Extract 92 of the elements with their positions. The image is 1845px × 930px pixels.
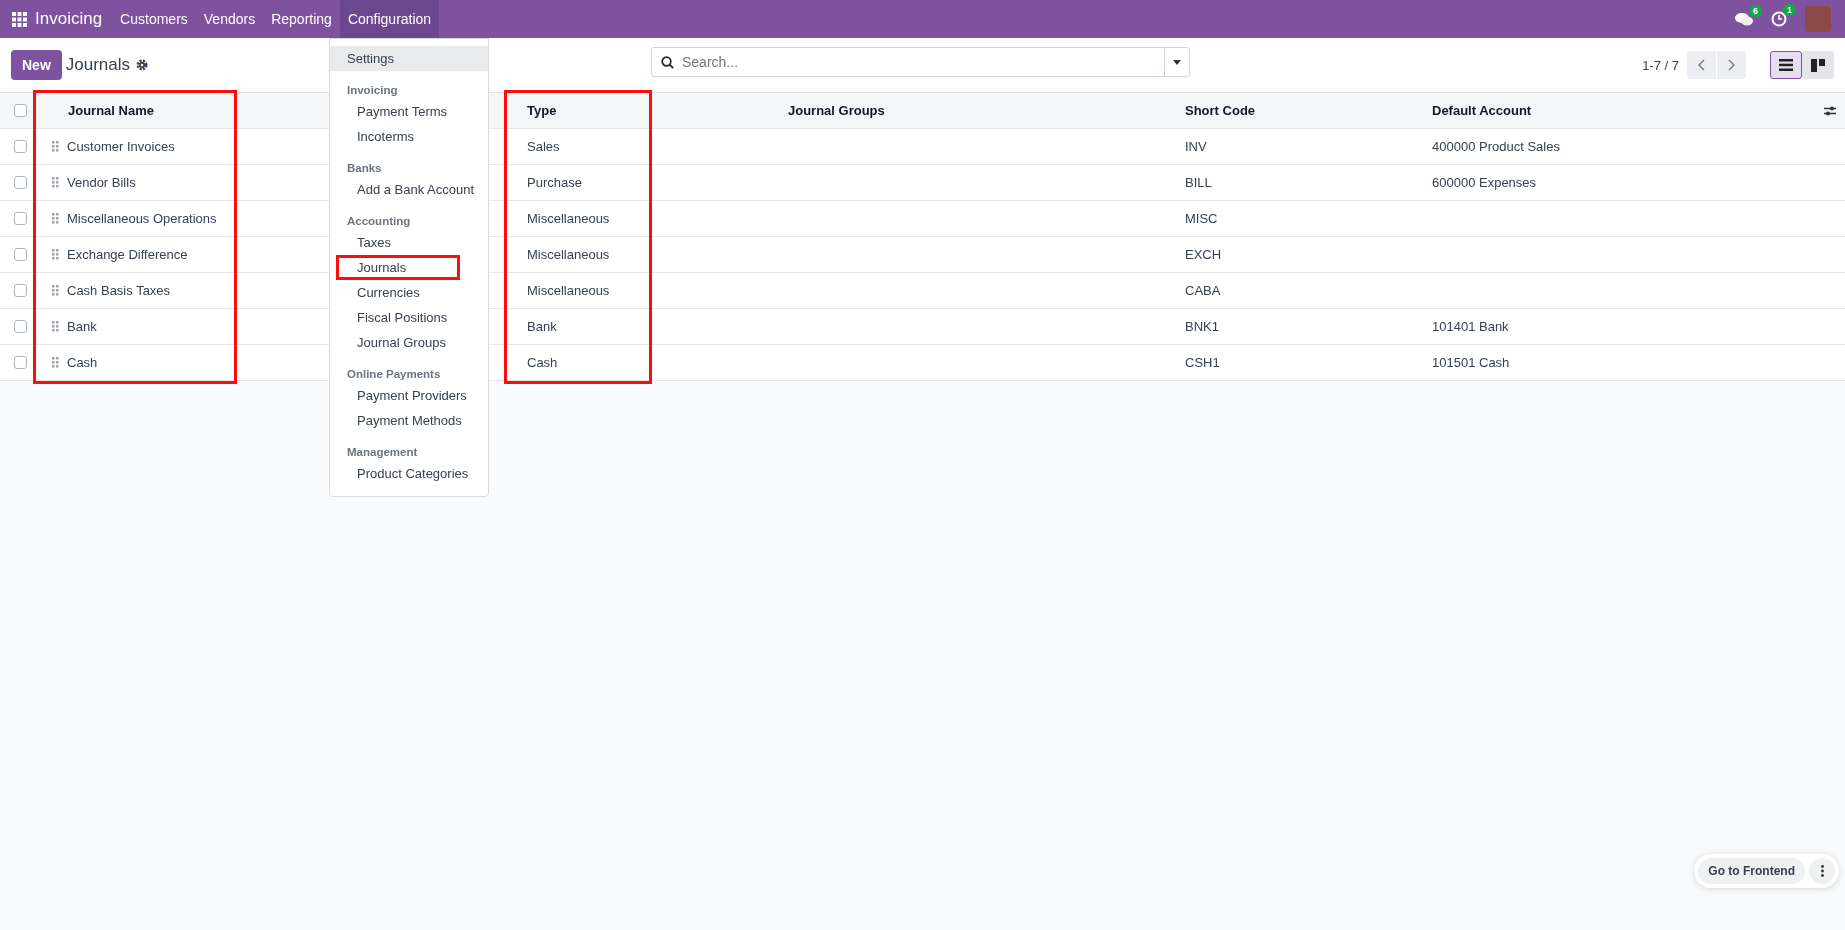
table-cell: BILL: [1185, 175, 1212, 190]
notification-badge: 6: [1749, 4, 1762, 17]
table-cell: Vendor Bills: [67, 175, 136, 190]
table-cell: Customer Invoices: [67, 139, 175, 154]
drag-handle-icon[interactable]: [52, 321, 59, 332]
nav-menu-item[interactable]: Vendors: [195, 0, 264, 38]
pager-count[interactable]: 1-7 / 7: [1642, 57, 1679, 73]
new-button[interactable]: New: [11, 50, 62, 80]
table-cell: INV: [1185, 139, 1207, 154]
row-checkbox[interactable]: [13, 284, 27, 297]
table-cell: MISC: [1185, 211, 1218, 226]
menu-section-header: Banks: [346, 161, 383, 176]
view-switch-button[interactable]: [1770, 51, 1802, 79]
more-options-button[interactable]: [1809, 858, 1835, 884]
table-cell: Cash: [67, 355, 98, 370]
vertical-dots-icon: [1820, 865, 1824, 877]
view-switch-button[interactable]: [1802, 51, 1834, 79]
table-cell: Purchase: [527, 175, 582, 190]
table-cell: Sales: [527, 139, 560, 154]
menu-item[interactable]: Currencies: [330, 280, 488, 305]
search-input[interactable]: Search...: [674, 53, 1164, 71]
drag-handle-icon[interactable]: [52, 249, 59, 260]
row-checkbox[interactable]: [13, 140, 27, 153]
table-cell: 400000 Product Sales: [1432, 139, 1560, 154]
table-cell: Miscellaneous: [527, 283, 610, 298]
row-checkbox[interactable]: [13, 248, 27, 261]
menu-item[interactable]: Taxes: [330, 230, 488, 255]
row-checkbox[interactable]: [13, 212, 27, 225]
nav-menu-item[interactable]: Customers: [112, 0, 196, 38]
table-cell: EXCH: [1185, 247, 1222, 262]
chevron-left-icon: [1698, 59, 1705, 71]
table-cell: Miscellaneous: [527, 247, 610, 262]
column-header[interactable]: Default Account: [1432, 103, 1532, 118]
page-title: Journals: [65, 55, 131, 75]
apps-grid-icon[interactable]: [12, 11, 27, 27]
row-checkbox[interactable]: [13, 176, 27, 189]
drag-handle-icon[interactable]: [52, 213, 59, 224]
table-cell: CABA: [1185, 283, 1221, 298]
menu-item[interactable]: Incoterms: [330, 124, 488, 149]
search-icon: [661, 55, 674, 69]
app-name[interactable]: Invoicing: [35, 9, 103, 29]
menu-item[interactable]: Journal Groups: [330, 330, 488, 355]
select-all-checkbox[interactable]: [13, 104, 27, 117]
table-cell: 101401 Bank: [1432, 319, 1509, 334]
menu-item[interactable]: Payment Methods: [330, 408, 488, 433]
column-header[interactable]: Journal Groups: [788, 103, 885, 118]
menu-section-header: Invoicing: [346, 83, 399, 98]
table-cell: Exchange Difference: [67, 247, 188, 262]
column-header[interactable]: Journal Name: [68, 103, 154, 118]
table-cell: 600000 Expenses: [1432, 175, 1537, 190]
row-checkbox[interactable]: [13, 356, 27, 369]
next-page-button[interactable]: [1717, 51, 1746, 79]
menu-section-header: Accounting: [346, 214, 412, 229]
chevron-right-icon: [1728, 59, 1735, 71]
nav-menu-item[interactable]: Reporting: [263, 0, 340, 38]
go-to-frontend-button[interactable]: Go to Frontend: [1698, 858, 1805, 884]
menu-item[interactable]: Payment Providers: [330, 383, 488, 408]
menu-section-header: Management: [346, 445, 419, 460]
table-cell: Bank: [67, 319, 97, 334]
table-cell: Cash Basis Taxes: [67, 283, 171, 298]
table-cell: CSH1: [1185, 355, 1220, 370]
table-cell: Cash: [527, 355, 558, 370]
menu-item[interactable]: Settings: [330, 46, 488, 71]
drag-handle-icon[interactable]: [52, 177, 59, 188]
list-view-icon: [1779, 59, 1793, 71]
settings-icon[interactable]: [136, 59, 149, 71]
menu-item[interactable]: Payment Terms: [330, 99, 488, 124]
table-cell: Miscellaneous: [527, 211, 610, 226]
menu-item[interactable]: Journals: [336, 255, 460, 280]
drag-handle-icon[interactable]: [52, 357, 59, 368]
menu-item[interactable]: Product Categories: [330, 461, 488, 486]
clock-icon[interactable]: [1771, 11, 1787, 27]
table-cell: Bank: [527, 319, 557, 334]
table-cell: 101501 Cash: [1432, 355, 1510, 370]
nav-menu-item[interactable]: Configuration: [339, 0, 440, 38]
table-cell: BNK1: [1185, 319, 1219, 334]
kanban-view-icon: [1811, 58, 1825, 72]
search-field[interactable]: Search...: [651, 47, 1190, 77]
table-cell: Miscellaneous Operations: [67, 211, 217, 226]
menu-section-header: Online Payments: [346, 367, 442, 382]
column-settings-icon[interactable]: [1824, 104, 1836, 117]
row-checkbox[interactable]: [13, 320, 27, 333]
menu-item[interactable]: Add a Bank Account: [330, 177, 488, 202]
menu-item[interactable]: Fiscal Positions: [330, 305, 488, 330]
column-header[interactable]: Short Code: [1185, 103, 1256, 118]
chat-icon[interactable]: [1735, 11, 1753, 27]
caret-icon: [1173, 59, 1181, 65]
notification-badge: 1: [1783, 4, 1796, 16]
drag-handle-icon[interactable]: [52, 141, 59, 152]
previous-page-button[interactable]: [1687, 51, 1716, 79]
column-header[interactable]: Type: [527, 103, 557, 118]
drag-handle-icon[interactable]: [52, 285, 59, 296]
